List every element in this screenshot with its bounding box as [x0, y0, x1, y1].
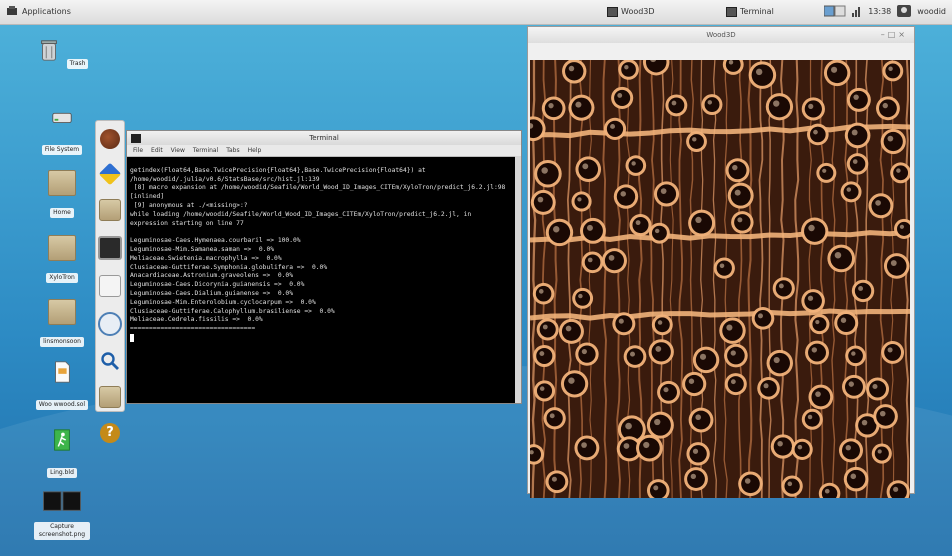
- terminal-line: Anacardiaceae.Astronium.graveolens => 0.…: [130, 272, 294, 280]
- folder-icon: [48, 170, 76, 196]
- taskbar-wood3d[interactable]: Wood3D: [603, 5, 659, 18]
- user-avatar-icon: [897, 5, 912, 17]
- terminal-line: while loading /home/woodid/Seafile/World…: [130, 210, 475, 227]
- menu-file[interactable]: File: [133, 147, 143, 154]
- viewer-titlebar[interactable]: Wood3D –□×: [528, 27, 914, 43]
- image-icon: [43, 491, 81, 511]
- desktop-icon-label: linsmonsoon: [40, 337, 84, 347]
- desktop-icon-label: Trash: [66, 59, 89, 69]
- folder-icon: [48, 299, 76, 325]
- workspace-switcher-icon[interactable]: [824, 5, 846, 17]
- terminal-cursor: [130, 333, 134, 342]
- browser-icon[interactable]: [98, 162, 122, 186]
- trash-icon: [40, 40, 57, 61]
- desktop-icon-screenshot[interactable]: Capture screenshot.png: [34, 490, 90, 540]
- viewer-title: Wood3D: [706, 31, 736, 39]
- menu-view[interactable]: View: [171, 147, 185, 154]
- magnifier-icon[interactable]: [100, 351, 120, 371]
- desktop-icon-label: Home: [50, 208, 74, 218]
- maximize-icon[interactable]: □: [888, 30, 899, 39]
- terminal-line: Leguminosae-Mim.Enterolobium.cyclocarpum…: [130, 298, 316, 306]
- taskbar-wood3d-label: Wood3D: [621, 7, 655, 16]
- desktop-icon-file-system[interactable]: File System: [34, 105, 90, 155]
- menu-edit[interactable]: Edit: [151, 147, 163, 154]
- wood-micrograph: [530, 60, 910, 498]
- close-icon[interactable]: ×: [898, 30, 908, 39]
- dock: ?: [95, 120, 125, 443]
- terminal-line: getindex(Float64,Base.TwicePrecision{Flo…: [130, 166, 430, 183]
- desktop-icon-trash[interactable]: Trash: [34, 38, 90, 69]
- terminal-line: Leguminosae-Mim.Samanea.saman => 0.0%: [130, 245, 275, 253]
- terminal-line: Meliaceae.Swietenia.macrophylla => 0.0%: [130, 254, 282, 262]
- terminal-line: [9] anonymous at ./<missing>:?: [130, 201, 248, 209]
- menu-tabs[interactable]: Tabs: [226, 147, 239, 154]
- user-name[interactable]: woodid: [917, 7, 946, 16]
- terminal-menubar: File Edit View Terminal Tabs Help: [127, 145, 521, 157]
- terminal-line: [8] macro expansion at /home/woodid/Seaf…: [130, 184, 510, 201]
- apps-icon: [7, 6, 17, 15]
- image-viewer-window[interactable]: Wood3D –□×: [527, 26, 915, 498]
- network-icon[interactable]: [852, 5, 862, 17]
- taskbar-terminal-label: Terminal: [740, 7, 774, 16]
- desktop-icon-label: Capture screenshot.png: [34, 522, 90, 540]
- terminal-line: Clusiaceae-Guttiferae.Calophyllum.brasil…: [130, 307, 335, 315]
- drive-icon: [52, 112, 72, 123]
- clock-icon[interactable]: [98, 312, 122, 336]
- desktop-icon-home[interactable]: Home: [34, 170, 90, 218]
- applications-label: Applications: [22, 6, 71, 16]
- window-icon: [726, 6, 737, 17]
- desktop-icon-ling[interactable]: Ling.bld: [34, 428, 90, 478]
- taskbar-terminal[interactable]: Terminal: [722, 5, 778, 18]
- desktop-icon-label: Woo wwood.sol: [35, 400, 89, 410]
- terminal-line: Leguminosae-Caes.Dicorynia.guianensis =>…: [130, 281, 305, 289]
- desktop-icon-xylotron[interactable]: XyloTron: [34, 235, 90, 283]
- terminal-scrollbar[interactable]: [515, 156, 521, 403]
- terminal-app-icon: [131, 134, 141, 143]
- monitor-icon[interactable]: [98, 236, 122, 260]
- desktop: Applications Wood3D Terminal 13:38 woodi…: [0, 0, 952, 556]
- terminal-line: Leguminosae-Caes.Hymenaea.courbaril => 1…: [130, 237, 301, 245]
- desktop-icon-label: Ling.bld: [47, 468, 77, 478]
- clock[interactable]: 13:38: [868, 7, 891, 16]
- top-panel: Applications Wood3D Terminal 13:38 woodi…: [0, 0, 952, 25]
- terminal-output[interactable]: getindex(Float64,Base.TwicePrecision{Flo…: [127, 157, 521, 356]
- files-icon[interactable]: [99, 386, 121, 408]
- window-icon: [607, 6, 618, 17]
- desktop-icon-linsmonsoon[interactable]: linsmonsoon: [34, 299, 90, 347]
- folder-icon[interactable]: [99, 199, 121, 221]
- desktop-icon-label: XyloTron: [46, 273, 78, 283]
- terminal-line: Leguminosae-Caes.Dialium.guianense => 0.…: [130, 289, 294, 297]
- terminal-titlebar[interactable]: Terminal: [127, 131, 521, 145]
- applications-menu[interactable]: Applications: [6, 6, 71, 16]
- terminal-line: Meliaceae.Cedrela.fissilis => 0.0%: [130, 316, 263, 324]
- menu-help[interactable]: Help: [248, 147, 262, 154]
- terminal-line: Clusiaceae-Guttiferae.Symphonia.globulif…: [130, 263, 328, 271]
- runner-icon: [54, 429, 70, 451]
- folder-icon: [48, 235, 76, 261]
- help-icon[interactable]: ?: [100, 423, 120, 443]
- terminal-title: Terminal: [309, 134, 339, 142]
- notes-icon[interactable]: [99, 275, 121, 297]
- desktop-icon-label: File System: [41, 145, 83, 155]
- minimize-icon[interactable]: –: [881, 30, 888, 39]
- desktop-icon-document[interactable]: Woo wwood.sol: [34, 360, 90, 410]
- panel-tray: 13:38 woodid: [824, 5, 946, 17]
- ball-icon[interactable]: [100, 129, 120, 149]
- menu-terminal[interactable]: Terminal: [193, 147, 218, 154]
- window-controls: –□×: [881, 27, 908, 43]
- terminal-window[interactable]: Terminal File Edit View Terminal Tabs He…: [126, 130, 522, 404]
- wood-image: [530, 60, 910, 498]
- terminal-line: =================================: [130, 325, 256, 333]
- document-icon: [55, 361, 70, 383]
